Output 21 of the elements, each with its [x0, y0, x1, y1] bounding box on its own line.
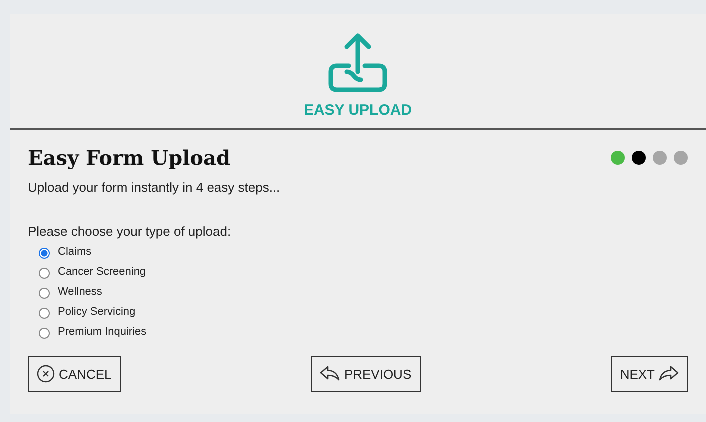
cancel-button[interactable]: CANCEL [28, 356, 121, 392]
option-label: Cancer Screening [58, 266, 146, 278]
option-label: Claims [58, 246, 92, 258]
form-title: Easy Form Upload [28, 146, 230, 170]
reply-arrow-icon [320, 366, 340, 382]
upload-icon [327, 32, 389, 94]
form-subtitle: Upload your form instantly in 4 easy steps... [28, 180, 282, 195]
radio-button[interactable] [39, 248, 50, 259]
option-label: Policy Servicing [58, 306, 136, 318]
radio-button[interactable] [39, 308, 50, 319]
close-icon [37, 365, 55, 383]
option-label: Wellness [58, 286, 102, 298]
header-title: EASY UPLOAD [304, 102, 412, 119]
next-button[interactable]: NEXT [611, 356, 688, 392]
radio-button[interactable] [39, 268, 50, 279]
radio-button[interactable] [39, 328, 50, 339]
previous-button[interactable]: PREVIOUS [311, 356, 421, 392]
option-label: Premium Inquiries [58, 326, 147, 338]
radio-button[interactable] [39, 288, 50, 299]
question-label: Please choose your type of upload: [28, 224, 232, 239]
forward-arrow-icon [658, 366, 679, 382]
